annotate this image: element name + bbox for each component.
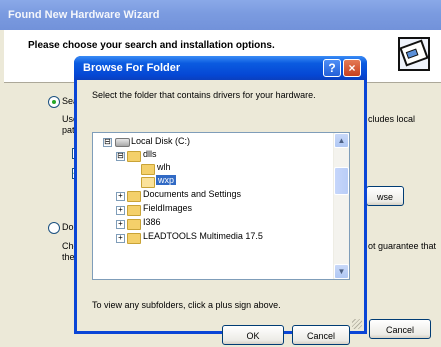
collapse-icon[interactable]: ⊟ xyxy=(103,138,112,147)
wizard-heading: Please choose your search and installati… xyxy=(28,40,275,51)
tree-item-documents-and-settings[interactable]: Documents and Settings xyxy=(143,188,241,201)
dont-search-right-text: ot guarantee that xyxy=(368,241,437,251)
collapse-icon[interactable]: ⊟ xyxy=(116,152,125,161)
tree-item-wxp[interactable]: wxp xyxy=(156,174,177,187)
tree-scrollbar[interactable]: ▲ ▼ xyxy=(333,133,349,279)
folder-icon xyxy=(127,151,141,162)
resize-grip-icon[interactable] xyxy=(352,319,362,329)
drive-icon xyxy=(115,138,130,147)
wizard-browse-button[interactable]: wse xyxy=(366,186,404,206)
expand-icon[interactable]: + xyxy=(116,206,125,215)
folder-tree[interactable]: ⊟ Local Disk (C:) ⊟ dlls wlh wxp + Docum… xyxy=(92,132,350,280)
tree-item-dlls[interactable]: dlls xyxy=(143,148,157,161)
folder-icon xyxy=(127,219,141,230)
tree-item-wlh[interactable]: wlh xyxy=(157,161,171,174)
dialog-titlebar[interactable]: Browse For Folder ? × xyxy=(74,56,367,80)
expand-icon[interactable]: + xyxy=(116,192,125,201)
help-button[interactable]: ? xyxy=(323,59,341,77)
wizard-cancel-button[interactable]: Cancel xyxy=(369,319,431,339)
dialog-hint: To view any subfolders, click a plus sig… xyxy=(92,300,281,310)
tree-item-fieldimages[interactable]: FieldImages xyxy=(143,202,192,215)
expand-icon[interactable]: + xyxy=(116,220,125,229)
search-option-right-text: cludes local xyxy=(368,114,416,124)
search-option-radio[interactable] xyxy=(48,96,60,108)
ok-button[interactable]: OK xyxy=(222,325,284,345)
folder-icon xyxy=(127,191,141,202)
browse-for-folder-dialog: Browse For Folder ? × Select the folder … xyxy=(74,56,367,345)
dialog-instruction: Select the folder that contains drivers … xyxy=(92,90,316,100)
close-button[interactable]: × xyxy=(343,59,361,77)
folder-icon xyxy=(141,164,155,175)
hardware-icon xyxy=(398,37,430,71)
scroll-up-icon[interactable]: ▲ xyxy=(334,133,349,148)
folder-open-icon xyxy=(141,177,155,188)
expand-icon[interactable]: + xyxy=(116,234,125,243)
tree-item-wxp-label: wxp xyxy=(156,175,177,185)
folder-icon xyxy=(127,205,141,216)
scroll-down-icon[interactable]: ▼ xyxy=(334,264,349,279)
dialog-body: Select the folder that contains drivers … xyxy=(77,80,364,345)
tree-item-leadtools[interactable]: LEADTOOLS Multimedia 17.5 xyxy=(143,230,263,243)
tree-item-i386[interactable]: I386 xyxy=(143,216,161,229)
dialog-title: Browse For Folder xyxy=(83,62,181,74)
dialog-cancel-button[interactable]: Cancel xyxy=(292,325,350,345)
dont-search-radio[interactable] xyxy=(48,222,60,234)
scroll-thumb[interactable] xyxy=(334,167,349,195)
tree-item-local-disk[interactable]: Local Disk (C:) xyxy=(131,135,190,148)
wizard-titlebar[interactable]: Found New Hardware Wizard xyxy=(0,0,441,30)
folder-icon xyxy=(127,233,141,244)
wizard-title: Found New Hardware Wizard xyxy=(8,9,160,21)
